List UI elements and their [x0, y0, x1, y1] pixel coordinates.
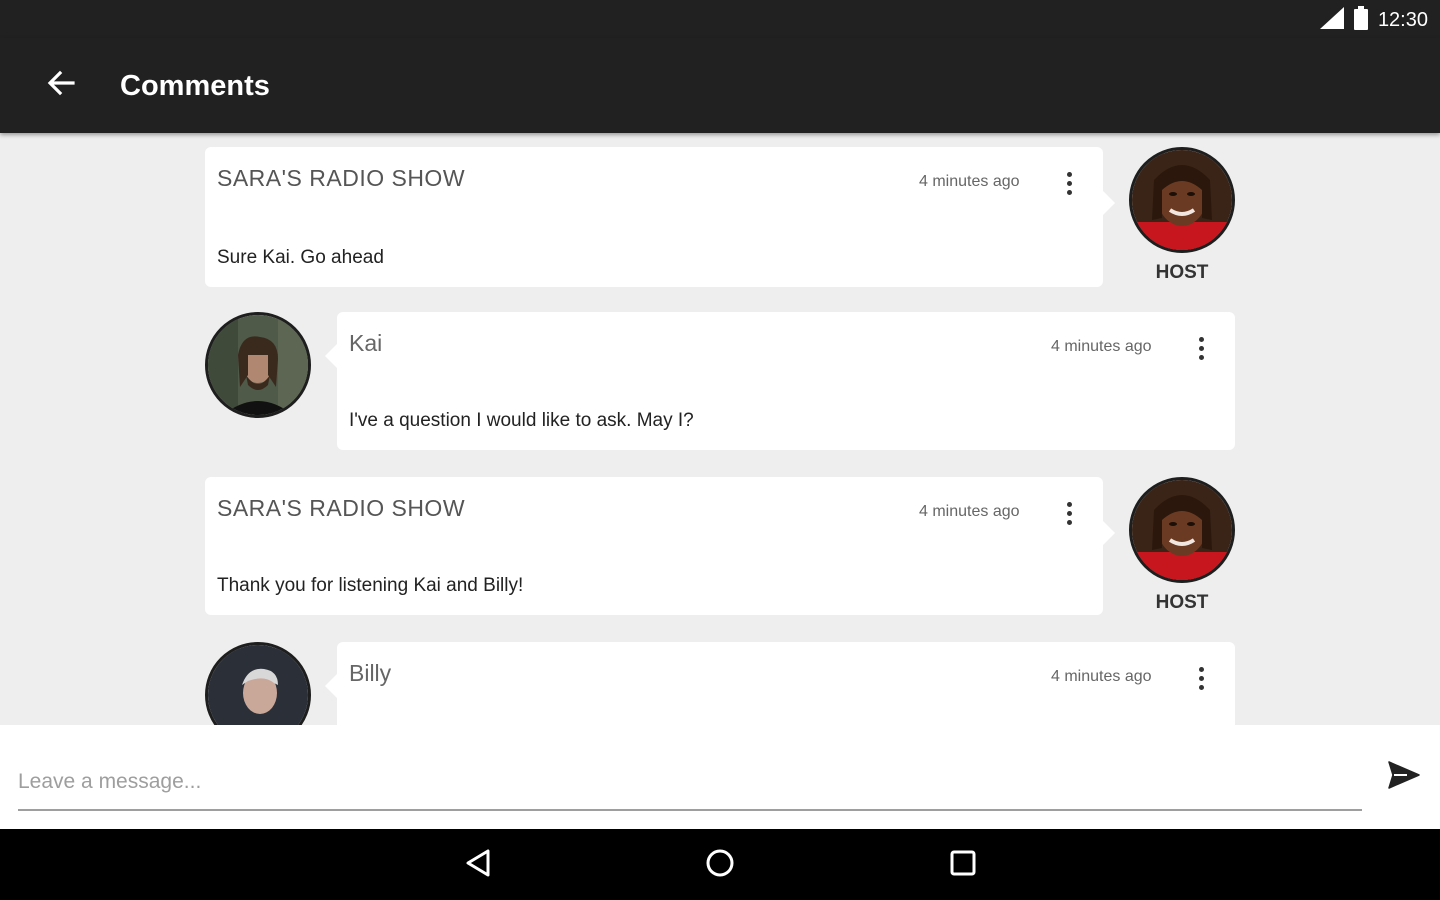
comment-message: I've a question I would like to ask. May… [349, 410, 694, 431]
app-bar: Comments [0, 38, 1440, 133]
square-recents-icon [949, 849, 977, 882]
battery-icon [1353, 6, 1368, 35]
status-bar: 12:30 [0, 0, 1440, 38]
triangle-back-icon [464, 848, 492, 883]
comment-card: SARA'S RADIO SHOW 4 minutes ago Sure Kai… [205, 147, 1115, 287]
comment-time: 4 minutes ago [919, 173, 1020, 190]
comment-card: Kai 4 minutes ago I've a question I woul… [325, 312, 1235, 450]
host-avatar[interactable] [1129, 477, 1235, 583]
more-options-button[interactable] [1189, 332, 1213, 364]
user-avatar[interactable] [205, 312, 311, 418]
comment-time: 4 minutes ago [919, 503, 1020, 520]
host-label: HOST [1155, 592, 1209, 613]
comment-time: 4 minutes ago [1051, 668, 1152, 685]
status-time: 12:30 [1377, 9, 1428, 31]
more-options-button[interactable] [1057, 497, 1081, 529]
comment-time: 4 minutes ago [1051, 338, 1152, 355]
nav-recents-button[interactable] [941, 843, 985, 887]
more-vert-icon [1198, 336, 1204, 342]
send-button[interactable] [1380, 753, 1428, 801]
comment-author: SARA'S RADIO SHOW [217, 495, 466, 521]
comment-author: Billy [349, 660, 392, 686]
comment-card: SARA'S RADIO SHOW 4 minutes ago Thank yo… [205, 477, 1115, 615]
comments-feed[interactable]: SARA'S RADIO SHOW 4 minutes ago Sure Kai… [0, 133, 1440, 725]
host-label: HOST [1155, 262, 1209, 283]
more-options-button[interactable] [1189, 662, 1213, 694]
comment-message: Sure Kai. Go ahead [217, 247, 384, 268]
nav-home-button[interactable] [698, 843, 742, 887]
comment-author: SARA'S RADIO SHOW [217, 165, 466, 191]
send-icon [1387, 760, 1421, 795]
more-vert-icon [1198, 666, 1204, 672]
circle-home-icon [705, 848, 735, 883]
comment-author: Kai [349, 330, 383, 356]
more-vert-icon [1066, 171, 1072, 177]
comment-message: Thank you for listening Kai and Billy! [217, 575, 524, 596]
user-avatar[interactable] [205, 642, 311, 725]
page-title: Comments [120, 70, 270, 102]
host-avatar[interactable] [1129, 147, 1235, 253]
back-button[interactable] [38, 62, 84, 108]
comment-card: Billy 4 minutes ago [325, 642, 1235, 725]
system-nav-bar [0, 829, 1440, 900]
more-vert-icon [1066, 501, 1072, 507]
more-options-button[interactable] [1057, 167, 1081, 199]
arrow-left-icon [46, 68, 76, 103]
message-composer [0, 725, 1440, 829]
message-input[interactable] [18, 755, 1362, 811]
nav-back-button[interactable] [456, 843, 500, 887]
status-icons: 12:30 [1319, 6, 1428, 35]
signal-icon [1319, 7, 1344, 34]
